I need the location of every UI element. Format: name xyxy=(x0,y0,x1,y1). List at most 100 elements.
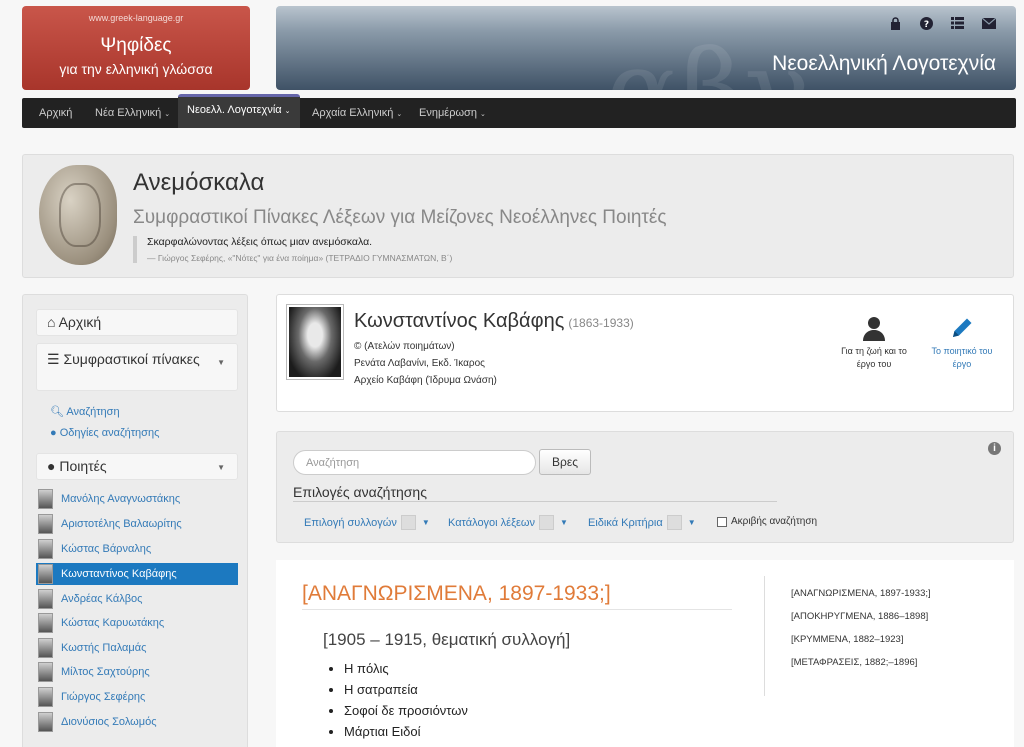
poet-name: Αριστοτέλης Βαλαωρίτης xyxy=(61,518,182,530)
search-panel: Βρες Επιλογές αναζήτησης i Επιλογή συλλο… xyxy=(276,431,1014,543)
sidebar-search-label: Αναζήτηση xyxy=(66,406,120,418)
site-logo[interactable]: www.greek-language.gr Ψηφίδες για την ελ… xyxy=(22,6,250,90)
nav-home[interactable]: Αρχική xyxy=(30,98,81,128)
nav-modern-literature-label: Νεοελλ. Λογοτεχνία xyxy=(187,104,282,116)
poet-avatar xyxy=(38,539,53,559)
mail-icon[interactable] xyxy=(981,16,996,30)
collections-dropdown[interactable]: Επιλογή συλλογών ▼ xyxy=(304,515,430,530)
poet-item[interactable]: Κώστας Καρυωτάκης xyxy=(36,612,238,634)
home-icon: ⌂ xyxy=(47,314,56,330)
epigraph-source: — Γιώργος Σεφέρης, «"Νότες" για ένα ποίη… xyxy=(147,253,453,263)
pencil-icon xyxy=(953,318,972,337)
sidebar-tables-label: Συμφραστικοί πίνακες xyxy=(63,351,200,367)
poet-item[interactable]: Διονύσιος Σολωμός xyxy=(36,711,238,733)
list-icon[interactable] xyxy=(950,16,965,30)
sidebar-poets-button[interactable]: ● Ποιητές ▼ xyxy=(36,453,238,480)
poet-name: Ανδρέας Κάλβος xyxy=(61,593,143,605)
sidebar-help-link[interactable]: ● Οδηγίες αναζήτησης xyxy=(50,427,159,439)
list-icon: ☰ xyxy=(47,351,60,367)
poet-item[interactable]: Κωστής Παλαμάς xyxy=(36,637,238,659)
dropdown-box xyxy=(400,515,416,530)
lock-icon[interactable] xyxy=(888,16,903,30)
poet-avatar xyxy=(38,589,53,609)
toc-item[interactable]: [ΑΝΑΓΝΩΡΙΣΜΕΝΑ, 1897-1933;] xyxy=(791,588,931,599)
nav-ancient-greek[interactable]: Αρχαία Ελληνική ⌄ xyxy=(303,98,411,128)
poet-name: Κώστας Καρυωτάκης xyxy=(61,617,165,629)
author-years: (1863-1933) xyxy=(568,316,634,330)
nav-modern-greek-label: Νέα Ελληνική xyxy=(95,107,162,119)
sidebar-search-link[interactable]: 🔍︎ Αναζήτηση xyxy=(50,405,120,418)
poet-item[interactable]: Γιώργος Σεφέρης xyxy=(36,686,238,708)
poem-link[interactable]: Μάρτιαι Ειδοί xyxy=(344,723,468,740)
project-title: Ανεμόσκαλα xyxy=(133,169,265,196)
caret-down-icon: ▼ xyxy=(687,518,696,527)
project-subtitle: Συμφραστικοί Πίνακες Λέξεων για Μείζονες… xyxy=(133,207,667,228)
word-lists-dropdown[interactable]: Κατάλογοι λέξεων ▼ xyxy=(448,515,568,530)
sidebar-home-label: Αρχική xyxy=(58,314,102,330)
site-subtitle: για την ελληνική γλώσσα xyxy=(59,61,213,77)
poet-item[interactable]: Ανδρέας Κάλβος xyxy=(36,588,238,610)
poet-item[interactable]: Κώστας Βάρναλης xyxy=(36,538,238,560)
poet-name: Γιώργος Σεφέρης xyxy=(61,691,146,703)
site-url: www.greek-language.gr xyxy=(88,13,184,23)
search-input[interactable] xyxy=(293,450,536,475)
dropdown-box xyxy=(666,515,682,530)
poet-avatar xyxy=(38,613,53,633)
toc-item[interactable]: [ΚΡΥΜΜΕΝΑ, 1882–1923] xyxy=(791,634,931,645)
poet-avatar xyxy=(38,712,53,732)
search-icon: 🔍︎ xyxy=(50,406,64,418)
poet-avatar xyxy=(38,514,53,534)
exact-search-checkbox[interactable]: Ακριβής αναζήτηση xyxy=(717,516,817,527)
section-banner: αβγ ? Νεοελληνική Λογοτεχνία xyxy=(276,6,1016,90)
caret-down-icon: ▼ xyxy=(560,518,568,527)
poem-link[interactable]: Η σατραπεία xyxy=(344,681,468,698)
sidebar-home-button[interactable]: ⌂ Αρχική xyxy=(36,309,238,336)
poet-item-selected[interactable]: Κωνσταντίνος Καβάφης xyxy=(36,563,238,585)
chevron-down-icon: ⌄ xyxy=(164,111,171,118)
toc-item[interactable]: [ΑΠΟΚΗΡΥΓΜΕΝΑ, 1886–1898] xyxy=(791,611,931,622)
chevron-down-icon: ⌄ xyxy=(396,111,403,118)
life-and-work-link[interactable]: Για τη ζωή και το έργο του xyxy=(837,315,911,371)
nav-modern-greek[interactable]: Νέα Ελληνική ⌄ xyxy=(86,98,179,128)
question-icon: ● xyxy=(50,427,57,439)
poems-content: [ΑΝΑΓΝΩΡΙΣΜΕΝΑ, 1897-1933;] [1905 – 1915… xyxy=(276,560,1014,747)
poem-link[interactable]: Σοφοί δε προσιόντων xyxy=(344,702,468,719)
info-icon[interactable]: i xyxy=(988,442,1001,455)
toc-item[interactable]: [ΜΕΤΑΦΡΑΣΕΙΣ, 1882;–1896] xyxy=(791,657,931,668)
poet-avatar xyxy=(38,687,53,707)
author-name: Κωνσταντίνος Καβάφης (1863-1933) xyxy=(354,310,634,333)
help-icon[interactable]: ? xyxy=(919,16,934,30)
nav-modern-literature[interactable]: Νεοελλ. Λογοτεχνία ⌄ xyxy=(178,94,300,128)
poet-item[interactable]: Αριστοτέλης Βαλαωρίτης xyxy=(36,513,238,535)
poem-list: Η πόλις Η σατραπεία Σοφοί δε προσιόντων … xyxy=(344,660,468,744)
criteria-dropdown-label: Ειδικά Κριτήρια xyxy=(588,516,663,529)
checkbox-box[interactable] xyxy=(717,516,727,527)
header-icons: ? xyxy=(888,16,996,30)
nav-news-label: Ενημέρωση xyxy=(419,107,477,119)
search-button[interactable]: Βρες xyxy=(539,449,591,475)
nav-news[interactable]: Ενημέρωση ⌄ xyxy=(410,98,495,128)
poem-link[interactable]: Η πόλις xyxy=(344,660,468,677)
poetic-work-label: Το ποιητικό του έργο xyxy=(931,346,993,369)
author-editor: Ρενάτα Λαβανίνι, Εκδ. Ίκαρος xyxy=(354,358,485,369)
poetic-work-link[interactable]: Το ποιητικό του έργο xyxy=(925,315,999,371)
chevron-down-icon: ⌄ xyxy=(479,111,486,118)
epigraph-text: Σκαρφαλώνοντας λέξεις όπως μιαν ανεμόσκα… xyxy=(147,236,373,248)
user-icon: ● xyxy=(47,458,56,474)
project-header: Ανεμόσκαλα Συμφραστικοί Πίνακες Λέξεων γ… xyxy=(22,154,1014,278)
banner-title: Νεοελληνική Λογοτεχνία xyxy=(772,52,996,75)
poet-item[interactable]: Μίλτος Σαχτούρης xyxy=(36,661,238,683)
poet-item[interactable]: Μανόλης Αναγνωστάκης xyxy=(36,488,238,510)
criteria-dropdown[interactable]: Ειδικά Κριτήρια ▼ xyxy=(588,515,696,530)
author-photo xyxy=(286,304,344,380)
nav-home-label: Αρχική xyxy=(39,107,73,119)
author-archive: Αρχείο Καβάφη (Ίδρυμα Ωνάση) xyxy=(354,375,497,386)
poet-name: Μίλτος Σαχτούρης xyxy=(61,666,150,678)
user-icon xyxy=(863,317,885,341)
poet-name: Κωστής Παλαμάς xyxy=(61,642,147,654)
subsection-heading: [1905 – 1915, θεματική συλλογή] xyxy=(323,630,571,649)
nav-ancient-greek-label: Αρχαία Ελληνική xyxy=(312,107,394,119)
author-copyright: © (Ατελών ποιημάτων) xyxy=(354,341,455,352)
sidebar-tables-button[interactable]: ☰ Συμφραστικοί πίνακες ▼ xyxy=(36,343,238,391)
project-logo xyxy=(39,165,117,265)
